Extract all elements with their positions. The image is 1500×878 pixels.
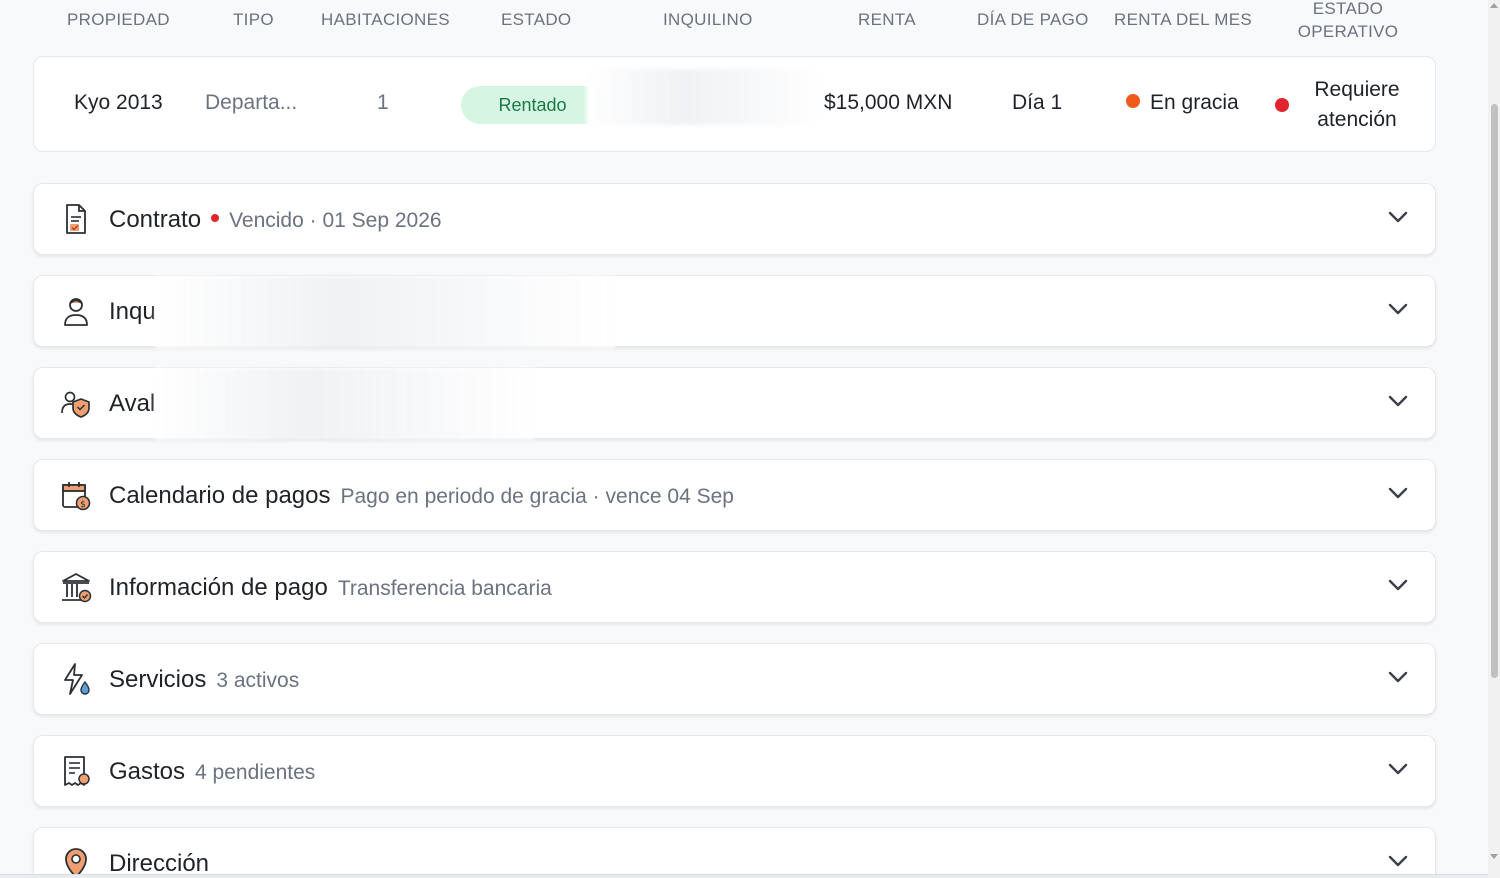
chevron-down-icon[interactable]	[1387, 486, 1409, 500]
tenant-name-redacted	[586, 69, 826, 125]
col-header-renta[interactable]: RENTA	[858, 10, 916, 30]
table-header: PROPIEDAD TIPO HABITACIONES ESTADO INQUI…	[0, 0, 1488, 50]
section-inquilino[interactable]: Inqu	[33, 275, 1436, 348]
property-detail-page: PROPIEDAD TIPO HABITACIONES ESTADO INQUI…	[0, 0, 1488, 878]
user-icon	[64, 298, 88, 326]
section-title: Información de pago Transferencia bancari…	[109, 574, 552, 602]
property-row[interactable]: Kyo 2013 Departa... 1 Rentado $15,000 MX…	[33, 56, 1436, 152]
section-contrato[interactable]: Contrato Vencido · 01 Sep 2026	[33, 183, 1436, 255]
tenant-details-redacted	[155, 276, 615, 348]
inquilino-title: Inqu	[109, 298, 156, 325]
chevron-down-icon[interactable]	[1387, 854, 1409, 868]
svg-text:$: $	[80, 500, 86, 510]
col-header-renta-mes[interactable]: RENTA DEL MES	[1114, 10, 1252, 30]
section-servicios[interactable]: Servicios 3 activos	[33, 643, 1436, 715]
section-aval[interactable]: Aval	[33, 367, 1436, 440]
gastos-subtitle: 4 pendientes	[195, 761, 316, 784]
alert-status-dot	[1275, 98, 1289, 112]
vertical-scrollbar[interactable]	[1488, 0, 1500, 878]
cell-renta-mes: En gracia	[1126, 91, 1239, 115]
servicios-subtitle: 3 activos	[216, 669, 300, 692]
contract-icon	[66, 204, 86, 234]
section-title: Gastos 4 pendientes	[109, 758, 315, 786]
col-header-estado-operativo[interactable]: ESTADO OPERATIVO	[1283, 0, 1413, 43]
contrato-subtitle: Vencido · 01 Sep 2026	[229, 209, 442, 232]
col-header-estado[interactable]: ESTADO	[501, 10, 571, 30]
chevron-down-icon[interactable]	[1387, 762, 1409, 776]
bank-icon	[62, 573, 92, 603]
col-header-propiedad[interactable]: PROPIEDAD	[67, 10, 170, 30]
aval-title: Aval	[109, 390, 156, 417]
guarantor-shield-icon	[61, 391, 90, 418]
informacion-pago-subtitle: Transferencia bancaria	[337, 577, 552, 600]
horizontal-scrollbar[interactable]	[0, 874, 1488, 878]
col-header-tipo[interactable]: TIPO	[233, 10, 274, 30]
chevron-down-icon[interactable]	[1387, 394, 1409, 408]
grace-status-dot	[1126, 94, 1140, 109]
section-informacion-pago[interactable]: Información de pago Transferencia bancari…	[33, 551, 1436, 623]
chevron-down-icon[interactable]	[1387, 302, 1409, 316]
section-gastos[interactable]: Gastos 4 pendientes	[33, 735, 1436, 807]
col-header-inquilino[interactable]: INQUILINO	[663, 10, 753, 30]
calendario-subtitle: Pago en periodo de gracia · vence 04 Sep	[340, 485, 734, 508]
calendario-title: Calendario de pagos	[109, 482, 331, 509]
col-header-dia-pago[interactable]: DÍA DE PAGO	[977, 10, 1089, 30]
section-title: Servicios 3 activos	[109, 666, 299, 694]
contrato-title: Contrato	[109, 206, 202, 233]
utilities-icon	[64, 663, 90, 695]
cell-habitaciones: 1	[377, 91, 389, 114]
chevron-down-icon[interactable]	[1387, 210, 1409, 224]
servicios-title: Servicios	[109, 666, 207, 693]
cell-renta: $15,000 MXN	[824, 91, 953, 114]
receipt-icon	[64, 756, 90, 786]
scrollbar-thumb[interactable]	[1491, 104, 1498, 678]
calendar-payment-icon: $	[62, 482, 91, 511]
guarantor-details-redacted	[155, 368, 535, 440]
cell-estado-operativo: Requiere atención	[1314, 78, 1400, 131]
scroll-down-arrow-icon[interactable]	[1490, 854, 1498, 859]
grace-status-text: En gracia	[1150, 91, 1239, 114]
chevron-down-icon[interactable]	[1387, 670, 1409, 684]
informacion-pago-title: Información de pago	[109, 574, 328, 601]
section-title: Contrato Vencido · 01 Sep 2026	[109, 206, 442, 234]
chevron-down-icon[interactable]	[1387, 578, 1409, 592]
expired-dot	[211, 213, 220, 222]
scroll-up-arrow-icon[interactable]	[1490, 3, 1498, 8]
status-badge: Rentado	[461, 86, 604, 124]
cell-dia-pago: Día 1	[1012, 91, 1063, 114]
section-direccion[interactable]: Dirección	[33, 827, 1436, 878]
section-title: Calendario de pagos Pago en periodo de gr…	[109, 482, 734, 510]
cell-propiedad: Kyo 2013	[74, 91, 163, 114]
col-header-habitaciones[interactable]: HABITACIONES	[321, 10, 450, 30]
gastos-title: Gastos	[109, 758, 186, 785]
section-calendario-pagos[interactable]: $ Calendario de pagos Pago en periodo de …	[33, 459, 1436, 531]
cell-tipo: Departa...	[205, 91, 298, 114]
